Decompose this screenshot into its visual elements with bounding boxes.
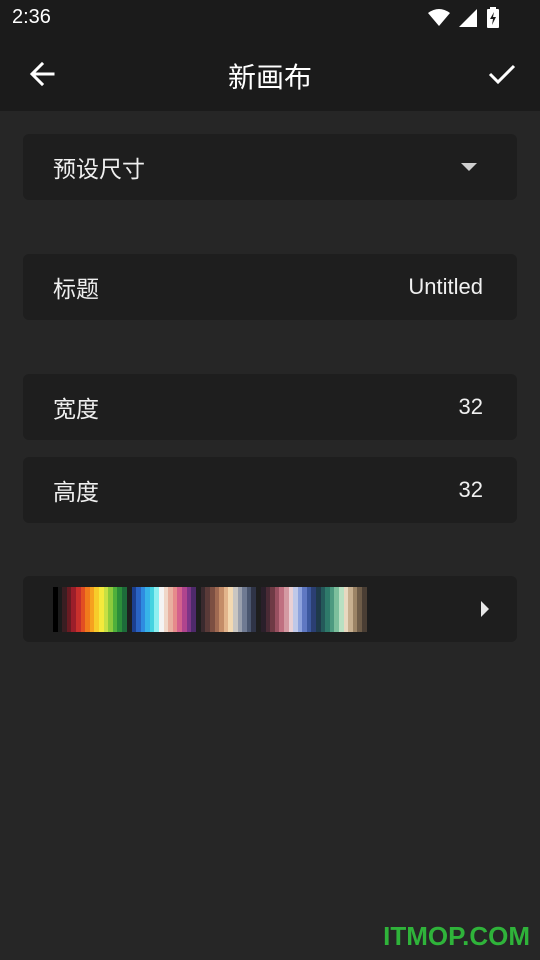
width-field[interactable]: 宽度 32 xyxy=(23,374,517,440)
check-icon xyxy=(488,64,516,85)
title-label: 标题 xyxy=(53,277,99,303)
confirm-button[interactable] xyxy=(482,54,522,94)
preset-size-dropdown[interactable]: 预设尺寸 xyxy=(23,134,517,200)
title-value[interactable]: Untitled xyxy=(408,274,483,300)
width-value[interactable]: 32 xyxy=(459,394,483,420)
battery-charging-icon xyxy=(487,7,499,28)
dropdown-triangle-icon xyxy=(461,163,477,171)
height-field[interactable]: 高度 32 xyxy=(23,457,517,523)
height-value[interactable]: 32 xyxy=(459,477,483,503)
palette-preview xyxy=(53,587,367,632)
chevron-right-icon xyxy=(481,601,489,617)
wifi-icon xyxy=(428,9,450,26)
watermark-logo: ITMOP.COM xyxy=(383,921,530,951)
status-time: 2:36 xyxy=(12,6,51,28)
status-bar: 2:36 xyxy=(0,0,540,36)
preset-size-label: 预设尺寸 xyxy=(53,157,145,183)
palette-swatch xyxy=(362,587,367,632)
page-title: 新画布 xyxy=(227,61,312,94)
width-label: 宽度 xyxy=(53,397,99,423)
signal-icon xyxy=(459,9,477,27)
height-label: 高度 xyxy=(53,480,99,506)
status-icons xyxy=(428,6,500,30)
title-field[interactable]: 标题 Untitled xyxy=(23,254,517,320)
palette-selector[interactable] xyxy=(23,576,517,642)
app-bar: 新画布 xyxy=(0,36,540,111)
